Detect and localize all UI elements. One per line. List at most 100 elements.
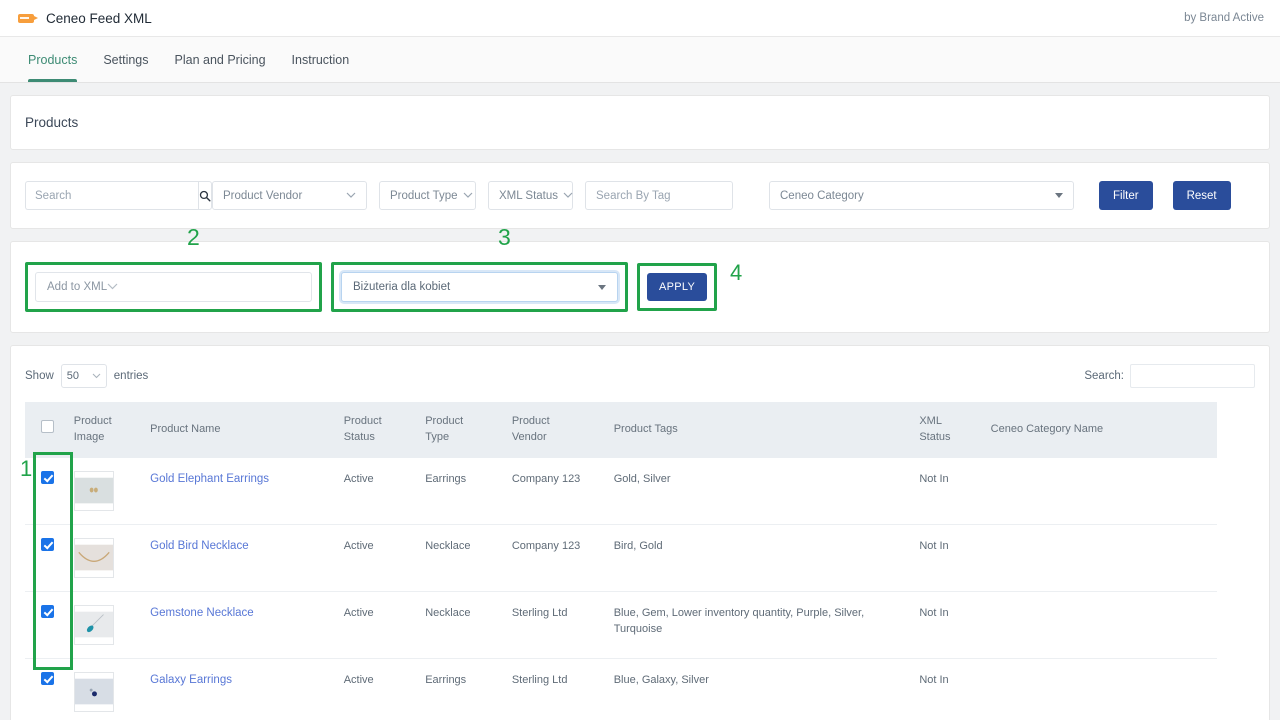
row-name-cell: Gemstone Necklace <box>142 591 336 659</box>
filter-card: Product Vendor Product Type XML Status <box>10 162 1270 229</box>
header-xml-status-line2: Status <box>919 430 951 443</box>
highlight-box-add-to-xml: Add to XML <box>25 262 322 312</box>
page-body: Products Product Vendor Pro <box>0 83 1280 720</box>
products-table: Product Image Product Name Product Statu… <box>25 402 1217 720</box>
annotation-3: 3 <box>498 224 511 250</box>
chevron-down-icon <box>107 281 118 293</box>
annotation-1: 1 <box>20 456 33 481</box>
ceneo-category-select[interactable]: Ceneo Category <box>769 181 1074 210</box>
select-all-checkbox[interactable] <box>41 420 54 434</box>
row-image-cell <box>65 457 143 525</box>
filter-row: Product Vendor Product Type XML Status <box>11 163 1269 228</box>
row-checkbox[interactable] <box>41 470 54 484</box>
row-checkbox[interactable] <box>41 604 54 618</box>
tab-settings[interactable]: Settings <box>90 37 161 82</box>
products-table-body: Gold Elephant Earrings Active Earrings C… <box>25 457 1217 720</box>
table-row[interactable]: Gold Elephant Earrings Active Earrings C… <box>25 457 1217 525</box>
ceneo-category-label: Ceneo Category <box>780 189 864 202</box>
tab-products[interactable]: Products <box>28 37 90 82</box>
tab-instruction[interactable]: Instruction <box>279 37 363 82</box>
highlight-box-apply: APPLY <box>637 263 718 311</box>
tab-instruction-label: Instruction <box>291 52 350 67</box>
gold-earrings-thumb <box>73 470 114 511</box>
product-name-link[interactable]: Gemstone Necklace <box>150 607 254 619</box>
xml-status-label: XML Status <box>499 189 559 202</box>
row-category-cell <box>982 457 1217 525</box>
table-toolbar: Show 50 entries Search: <box>25 360 1255 402</box>
search-button[interactable] <box>198 181 212 210</box>
header-product-image-line1: Product <box>73 415 112 427</box>
bulk-category-select[interactable]: Biżuteria dla kobiet <box>341 272 618 302</box>
gold-necklace-thumb <box>73 537 114 578</box>
entries-per-page-select[interactable]: 50 <box>60 364 107 388</box>
search-by-tag-input[interactable] <box>585 181 733 210</box>
row-category-cell <box>982 658 1217 720</box>
row-status-cell: Active <box>335 591 418 659</box>
annotation-4: 4 <box>730 260 743 285</box>
row-image-cell <box>65 591 143 659</box>
row-select-cell <box>25 658 66 720</box>
row-tags-cell: Gold, Silver <box>605 457 912 525</box>
tab-settings-label: Settings <box>103 52 149 67</box>
apply-button[interactable]: APPLY <box>647 273 708 301</box>
reset-button[interactable]: Reset <box>1172 181 1231 210</box>
table-row[interactable]: Gold Bird Necklace Active Necklace Compa… <box>25 524 1217 592</box>
table-header-row: Product Image Product Name Product Statu… <box>25 402 1217 458</box>
xml-status-select[interactable]: XML Status <box>488 181 573 210</box>
row-name-cell: Gold Elephant Earrings <box>142 457 336 525</box>
row-tags-cell: Bird, Gold <box>605 524 912 592</box>
page-title-card: Products <box>10 95 1270 150</box>
header-product-tags: Product Tags <box>613 422 678 435</box>
row-status-cell: Active <box>335 658 418 720</box>
row-vendor-cell: Company 123 <box>503 524 606 592</box>
row-vendor-cell: Company 123 <box>503 457 606 525</box>
bulk-action-select[interactable]: Add to XML <box>35 272 312 302</box>
bulk-action-card: 2 3 4 Add to XML Biżuteria dla kobiet AP… <box>10 224 1270 333</box>
table-row[interactable]: Gemstone Necklace Active Necklace Sterli… <box>25 591 1217 659</box>
row-checkbox[interactable] <box>41 537 54 551</box>
bulk-category-label: Biżuteria dla kobiet <box>353 281 451 293</box>
row-category-cell <box>982 524 1217 592</box>
row-status-cell: Active <box>335 524 418 592</box>
chevron-down-icon <box>463 192 473 199</box>
app-title: Ceneo Feed XML <box>46 10 152 26</box>
header-product-name: Product Name <box>150 422 221 435</box>
row-status-cell: Active <box>335 457 418 525</box>
header-product-image: Product Image <box>66 402 142 458</box>
header-xml-status: XML Status <box>911 402 982 458</box>
product-vendor-select[interactable]: Product Vendor <box>212 181 367 210</box>
tab-plan-and-pricing[interactable]: Plan and Pricing <box>162 37 279 82</box>
header-product-status-line1: Product <box>343 415 382 427</box>
highlight-box-category: Biżuteria dla kobiet <box>331 262 628 312</box>
table-search-input[interactable] <box>1130 364 1255 388</box>
header-ceneo-category-name: Ceneo Category Name <box>990 422 1104 435</box>
product-name-link[interactable]: Gold Elephant Earrings <box>150 473 269 485</box>
tab-products-label: Products <box>28 52 78 67</box>
entries-value: 50 <box>66 370 80 382</box>
product-type-select[interactable]: Product Type <box>379 181 476 210</box>
header-product-type: Product Type <box>417 402 504 458</box>
product-name-link[interactable]: Gold Bird Necklace <box>150 540 248 552</box>
show-label: Show <box>25 370 54 382</box>
table-search-control: Search: <box>1084 364 1255 388</box>
plug-icon <box>16 8 38 28</box>
row-tags-cell: Blue, Gem, Lower inventory quantity, Pur… <box>605 591 912 659</box>
header-product-type-line1: Product <box>425 415 464 427</box>
product-name-link[interactable]: Galaxy Earrings <box>150 674 232 686</box>
search-input[interactable] <box>25 181 198 210</box>
row-tags-cell: Blue, Galaxy, Silver <box>605 658 912 720</box>
caret-down-icon <box>598 284 606 290</box>
filter-button[interactable]: Filter <box>1099 181 1153 210</box>
entries-label: entries <box>113 370 149 382</box>
row-checkbox[interactable] <box>41 671 54 685</box>
header-product-vendor: Product Vendor <box>504 402 606 458</box>
table-row[interactable]: Galaxy Earrings Active Earrings Sterling… <box>25 658 1217 720</box>
bulk-action-row: Add to XML Biżuteria dla kobiet APPLY <box>25 262 1255 312</box>
row-name-cell: Gold Bird Necklace <box>142 524 336 592</box>
row-category-cell <box>982 591 1217 659</box>
row-xml-status-cell: Not In <box>911 524 983 592</box>
app-vendor-credit: by Brand Active <box>1184 12 1264 24</box>
row-select-cell <box>25 524 66 592</box>
row-vendor-cell: Sterling Ltd <box>503 658 606 720</box>
chevron-down-icon <box>563 192 573 199</box>
